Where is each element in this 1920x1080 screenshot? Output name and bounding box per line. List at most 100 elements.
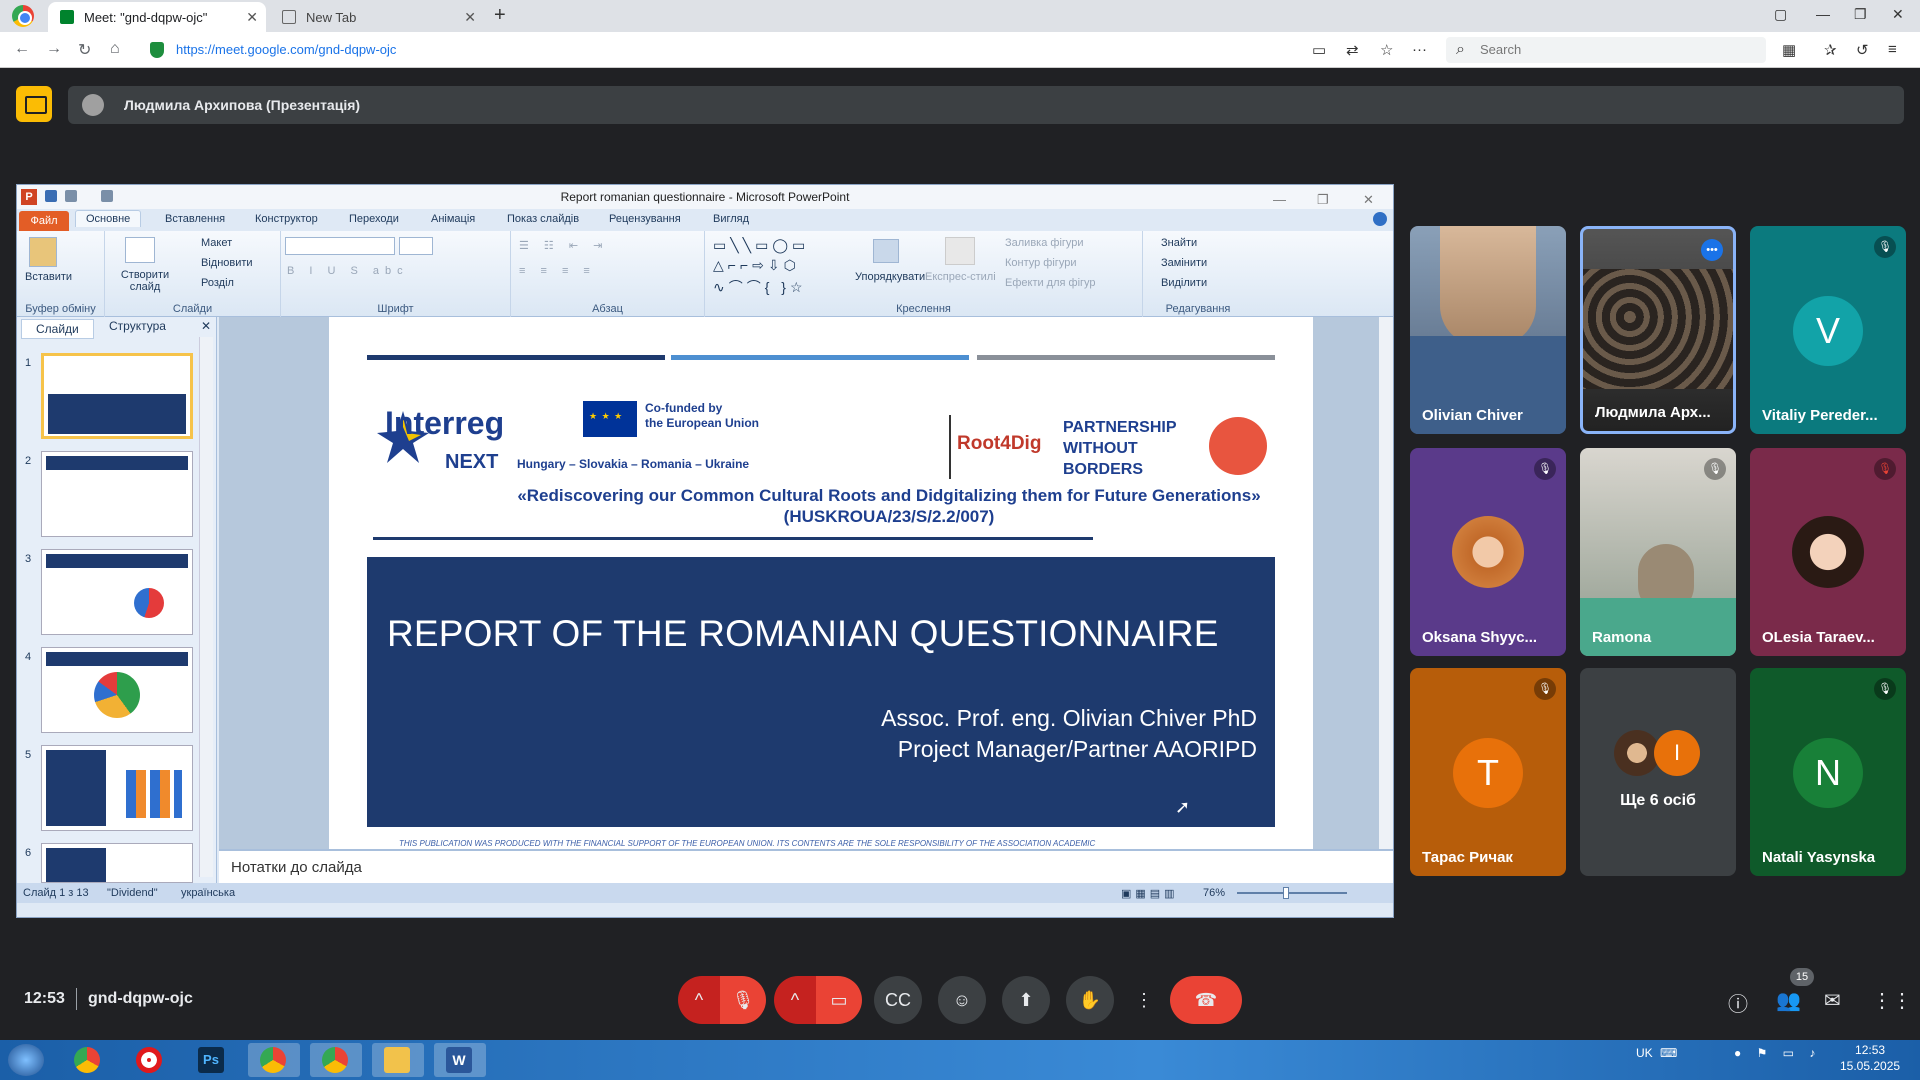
font-style-icons: B I U S abc bbox=[287, 265, 409, 277]
taskbar-app-browser[interactable] bbox=[248, 1043, 300, 1077]
chrome-icon bbox=[322, 1047, 348, 1073]
meeting-info-icon[interactable]: ⓘ bbox=[1728, 988, 1748, 1017]
forward-icon[interactable]: → bbox=[46, 40, 62, 58]
captions-button[interactable]: CC bbox=[874, 976, 922, 1024]
taskbar-app-chrome-2[interactable] bbox=[310, 1043, 362, 1077]
slide-thumbnails-pane: Слайди Структура ✕ 1 2 3 4 5 6 bbox=[17, 317, 217, 883]
video-options-button[interactable]: ^ bbox=[774, 976, 816, 1024]
thumb-title-band bbox=[46, 456, 188, 470]
participant-video bbox=[1583, 269, 1733, 389]
canvas-scrollbar bbox=[1379, 317, 1393, 849]
clipboard-label: Буфер обміну bbox=[25, 303, 96, 315]
participant-tile[interactable]: 🎙 Oksana Shyyc... bbox=[1410, 448, 1566, 656]
thumb-pie-icon bbox=[94, 672, 140, 718]
url-field[interactable]: https://meet.google.com/gnd-dqpw-ojc bbox=[146, 38, 1346, 62]
restore-icon[interactable]: ❐ bbox=[1854, 6, 1867, 23]
participant-video bbox=[1440, 226, 1536, 346]
presenter-name: Людмила Архипова (Презентація) bbox=[124, 97, 361, 113]
partnership-circle-icon bbox=[1209, 417, 1267, 475]
apps-grid-icon[interactable]: ▦ bbox=[1782, 41, 1796, 59]
cofunded-line-1: Co-funded by bbox=[645, 401, 723, 415]
tab-new[interactable]: New Tab ✕ bbox=[270, 2, 484, 32]
taskbar-app-chrome[interactable] bbox=[62, 1043, 114, 1077]
participant-tile[interactable]: V 🎙 Vitaliy Pereder... bbox=[1750, 226, 1906, 434]
presentation-icon[interactable] bbox=[16, 86, 52, 122]
participant-tile[interactable]: 🎙 OLesia Taraev... bbox=[1750, 448, 1906, 656]
raise-hand-button[interactable]: ✋ bbox=[1066, 976, 1114, 1024]
tab-meet[interactable]: Meet: "gnd-dqpw-ojc" ✕ bbox=[48, 2, 266, 32]
participant-tile[interactable]: 🎙 Ramona bbox=[1580, 448, 1736, 656]
zoom-slider bbox=[1237, 892, 1347, 894]
participant-tile[interactable]: N 🎙 Natali Yasynska bbox=[1750, 668, 1906, 876]
browser-logo-icon bbox=[12, 5, 34, 27]
taskbar-app-word[interactable]: W bbox=[434, 1043, 486, 1077]
home-icon[interactable]: ⌂ bbox=[110, 40, 120, 58]
participant-name: Vitaliy Pereder... bbox=[1762, 407, 1878, 424]
favorites-icon[interactable]: ✰ bbox=[1824, 41, 1837, 59]
close-window-icon[interactable]: ✕ bbox=[1892, 6, 1904, 23]
reload-icon[interactable]: ↻ bbox=[78, 40, 91, 60]
current-slide: Interreg NEXT Hungary – Slovakia – Roman… bbox=[329, 317, 1313, 849]
leave-call-button[interactable]: ☎ bbox=[1170, 976, 1242, 1024]
shape-effects-label: Ефекти для фігур bbox=[1005, 277, 1096, 289]
activities-icon[interactable]: ⋮⋮ bbox=[1872, 988, 1912, 1013]
search-input[interactable]: Search bbox=[1446, 37, 1766, 63]
shape-fill-label: Заливка фігури bbox=[1005, 237, 1084, 249]
more-icon[interactable]: ··· bbox=[1412, 41, 1427, 58]
paragraph-group: ☰ ☷ ⇤ ⇥ ≡ ≡ ≡ ≡ Абзац bbox=[511, 231, 705, 317]
translate-icon[interactable]: ⇄ bbox=[1346, 41, 1359, 59]
participant-name: Natali Yasynska bbox=[1762, 849, 1876, 866]
close-tab-icon[interactable]: ✕ bbox=[464, 9, 476, 26]
system-clock[interactable]: 12:53 15.05.2025 bbox=[1840, 1042, 1900, 1074]
opera-icon bbox=[136, 1047, 162, 1073]
camera-toggle-button[interactable]: ▭ bbox=[816, 976, 862, 1024]
minimize-icon[interactable]: — bbox=[1816, 6, 1830, 22]
slide-thumbnail bbox=[41, 549, 193, 635]
start-button[interactable] bbox=[8, 1044, 44, 1076]
taskbar-app-photoshop[interactable]: Ps bbox=[186, 1043, 238, 1077]
more-participants-tile[interactable]: I Ще 6 осіб bbox=[1580, 668, 1736, 876]
slides-label: Слайди bbox=[172, 303, 213, 315]
taskbar-app-opera[interactable] bbox=[124, 1043, 176, 1077]
tab-list-icon[interactable]: ▢ bbox=[1774, 6, 1787, 23]
mic-toggle-button[interactable]: 🎙 bbox=[720, 976, 766, 1024]
ppt-ribbon: Вставити Буфер обміну Створити слайд Мак… bbox=[17, 231, 1393, 317]
system-date: 15.05.2025 bbox=[1840, 1059, 1901, 1073]
slide-stripe bbox=[367, 355, 665, 360]
taskbar-app-explorer[interactable] bbox=[372, 1043, 424, 1077]
clipboard-group: Вставити Буфер обміну bbox=[17, 231, 105, 317]
audio-options-button[interactable]: ^ bbox=[678, 976, 720, 1024]
thumb-number: 3 bbox=[25, 553, 32, 565]
participant-tile[interactable]: T 🎙 Тарас Ричак bbox=[1410, 668, 1566, 876]
chat-icon[interactable]: ✉ bbox=[1824, 988, 1841, 1013]
keyboard-icon[interactable]: ⌨ bbox=[1660, 1046, 1677, 1060]
participant-name: Тарас Ричак bbox=[1422, 849, 1513, 866]
participant-tile[interactable]: ••• Людмила Арх... bbox=[1580, 226, 1736, 434]
thumb-title-band bbox=[46, 652, 188, 666]
people-icon[interactable]: 👥 bbox=[1776, 988, 1801, 1013]
avatar: I bbox=[1654, 730, 1700, 776]
ppt-tab-design: Конструктор bbox=[255, 213, 318, 225]
present-screen-button[interactable]: ⬆ bbox=[1002, 976, 1050, 1024]
emoji-button[interactable]: ☺ bbox=[938, 976, 986, 1024]
tray-icons[interactable]: ● ⚑ ▭ ♪ bbox=[1734, 1046, 1821, 1060]
input-language[interactable]: UK bbox=[1636, 1046, 1653, 1060]
mic-off-icon: 🎙 bbox=[1534, 678, 1556, 700]
replace-label: Замінити bbox=[1161, 257, 1208, 269]
more-options-icon[interactable]: ••• bbox=[1701, 239, 1723, 261]
quick-styles-icon bbox=[945, 237, 975, 265]
bookmark-star-icon[interactable]: ☆ bbox=[1380, 41, 1393, 59]
reader-mode-icon[interactable]: ▭ bbox=[1312, 41, 1326, 59]
meet-favicon-icon bbox=[60, 10, 74, 24]
new-tab-button[interactable]: + bbox=[494, 4, 506, 27]
close-tab-icon[interactable]: ✕ bbox=[246, 9, 258, 26]
participant-tile[interactable]: Olivian Chiver bbox=[1410, 226, 1566, 434]
more-options-button[interactable]: ⋮ bbox=[1130, 976, 1158, 1024]
slide-footer-note: THIS PUBLICATION WAS PRODUCED WITH THE F… bbox=[399, 839, 1096, 848]
redo-icon bbox=[101, 190, 113, 202]
back-icon[interactable]: ← bbox=[14, 40, 30, 58]
menu-icon[interactable]: ≡ bbox=[1888, 41, 1897, 58]
history-icon[interactable]: ↺ bbox=[1856, 41, 1869, 59]
shape-outline-label: Контур фігури bbox=[1005, 257, 1077, 269]
ppt-tab-review: Рецензування bbox=[609, 213, 681, 225]
